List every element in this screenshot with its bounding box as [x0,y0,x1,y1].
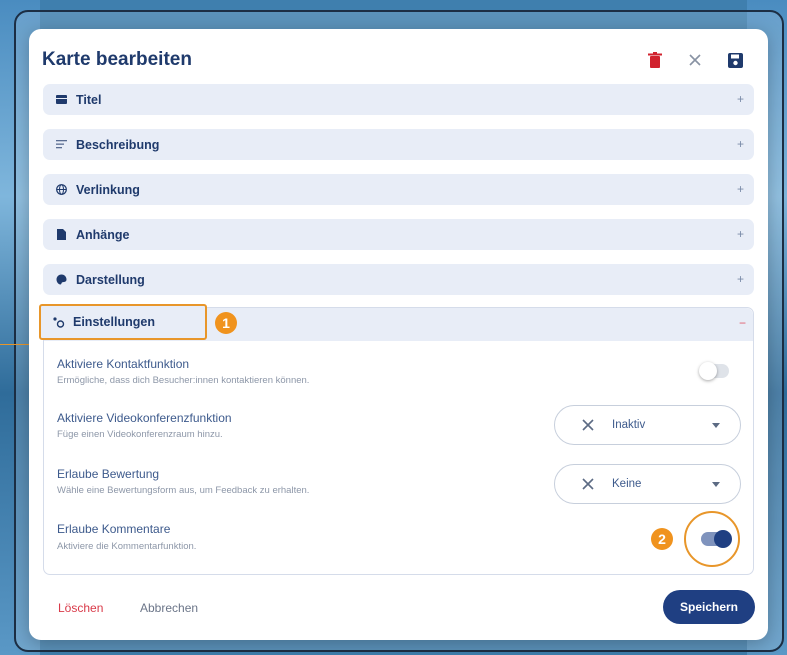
setting-title: Erlaube Bewertung [57,467,160,481]
setting-title: Aktiviere Videokonferenzfunktion [57,411,232,425]
header-actions [646,51,744,69]
section-beschreibung[interactable]: Beschreibung + [43,129,754,160]
expand-icon[interactable]: + [737,182,744,196]
edit-card-dialog: Karte bearbeiten Titel + Beschreibung + … [29,29,768,640]
comments-toggle[interactable] [701,530,732,548]
save-button[interactable]: Speichern [663,590,755,624]
trash-icon[interactable] [646,51,664,69]
section-label: Titel [76,92,102,107]
settings-icon [53,316,65,328]
section-titel[interactable]: Titel + [43,84,754,115]
save-icon[interactable] [726,51,744,69]
section-label: Anhänge [76,227,130,242]
section-label: Beschreibung [76,137,160,152]
title-icon [55,94,67,106]
expand-icon[interactable]: + [737,137,744,151]
step-badge-2: 2 [651,528,673,550]
setting-description: Füge einen Videokonferenzraum hinzu. [57,429,223,440]
close-icon[interactable] [686,51,704,69]
description-icon [55,139,67,151]
delete-button[interactable]: Löschen [58,601,103,615]
select-value: Keine [612,478,642,490]
expand-icon[interactable]: + [737,272,744,286]
clear-icon[interactable] [580,417,596,433]
dialog-title: Karte bearbeiten [42,49,192,70]
videoconference-select[interactable]: Inaktiv [554,405,741,445]
cancel-button[interactable]: Abbrechen [140,601,198,615]
section-anhaenge[interactable]: Anhänge + [43,219,754,250]
file-icon [55,229,67,241]
setting-description: Ermögliche, dass dich Besucher:innen kon… [57,375,310,386]
step-badge-1: 1 [215,312,237,334]
clear-icon[interactable] [580,476,596,492]
setting-title: Erlaube Kommentare [57,522,171,536]
section-darstellung[interactable]: Darstellung + [43,264,754,295]
expand-icon[interactable]: + [737,227,744,241]
chevron-down-icon [712,482,720,487]
rating-select[interactable]: Keine [554,464,741,504]
select-value: Inaktiv [612,419,646,431]
section-verlinkung[interactable]: Verlinkung + [43,174,754,205]
section-einstellungen[interactable]: Einstellungen [39,304,207,340]
section-label: Verlinkung [76,182,140,197]
setting-description: Aktiviere die Kommentarfunktion. [57,541,197,552]
toggle-knob [714,530,732,548]
setting-title: Aktiviere Kontaktfunktion [57,357,190,371]
section-label: Einstellungen [73,315,155,329]
setting-description: Wähle eine Bewertungsform aus, um Feedba… [57,485,310,496]
globe-icon [55,184,67,196]
chevron-down-icon [712,423,720,428]
palette-icon [55,274,67,286]
collapse-icon[interactable]: − [739,316,746,330]
contact-toggle[interactable] [699,362,729,380]
section-label: Darstellung [76,272,145,287]
expand-icon[interactable]: + [737,92,744,106]
toggle-knob [699,362,717,380]
